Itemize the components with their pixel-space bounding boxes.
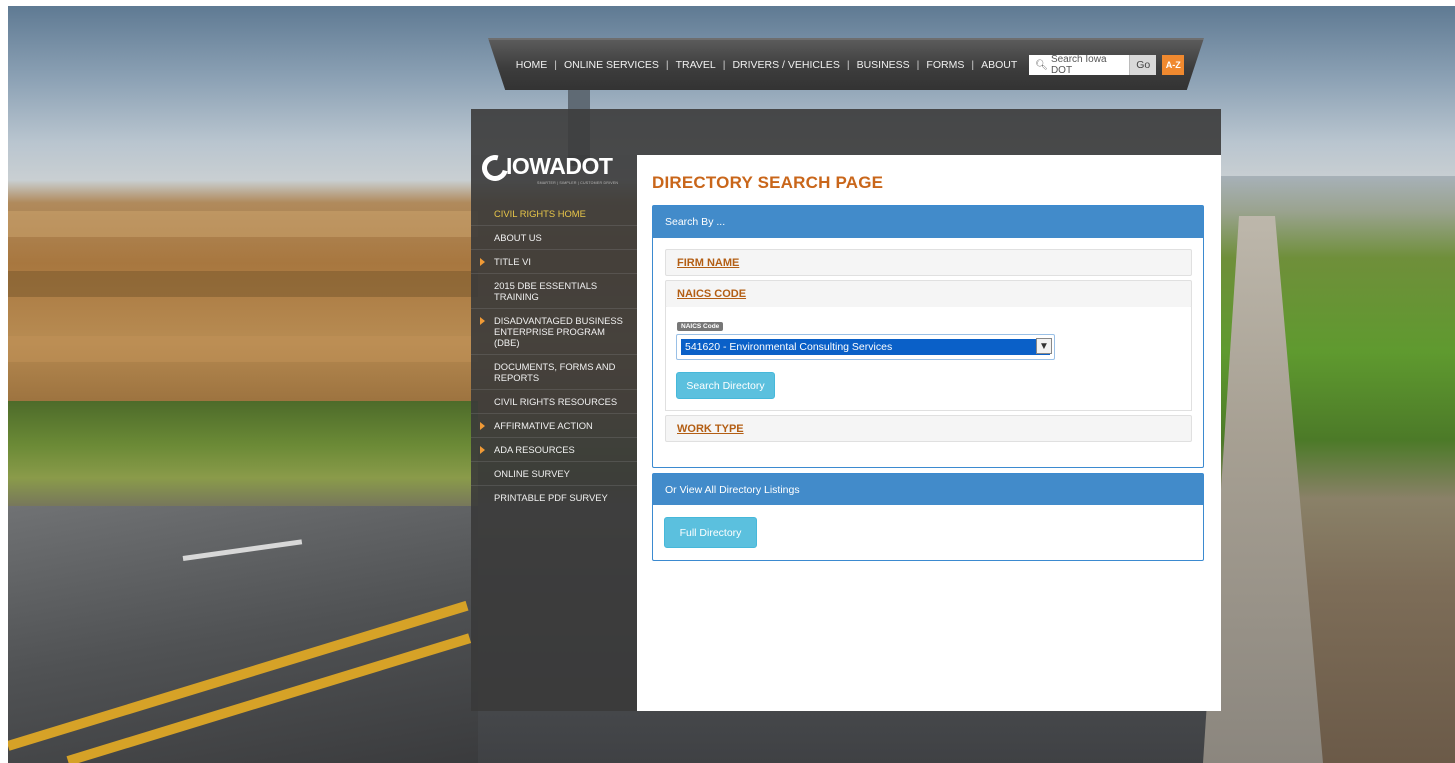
nav-link-forms[interactable]: FORMS bbox=[926, 59, 964, 71]
sidebar-item-title-vi[interactable]: TITLE VI bbox=[471, 250, 637, 274]
nav-separator: | bbox=[554, 59, 557, 71]
top-navigation-bar: HOME | ONLINE SERVICES | TRAVEL | DRIVER… bbox=[488, 38, 1204, 90]
logo-tagline: SMARTER | SIMPLER | CUSTOMER DRIVEN bbox=[537, 181, 619, 185]
sidebar-item-label: ADA RESOURCES bbox=[494, 444, 575, 455]
sidebar-item-label: PRINTABLE PDF SURVEY bbox=[494, 492, 608, 503]
sidebar-item-label: ABOUT US bbox=[494, 232, 542, 243]
sidebar-item-label: DISADVANTAGED BUSINESS ENTERPRISE PROGRA… bbox=[494, 315, 623, 348]
nav-link-online-services[interactable]: ONLINE SERVICES bbox=[564, 59, 659, 71]
nav-link-business[interactable]: BUSINESS bbox=[857, 59, 910, 71]
sidebar-item-civil-rights-resources[interactable]: CIVIL RIGHTS RESOURCES bbox=[471, 390, 637, 414]
site-search-input[interactable]: 🔍︎ Search Iowa DOT bbox=[1029, 54, 1130, 76]
nav-link-about[interactable]: ABOUT bbox=[981, 59, 1017, 71]
sidebar-item-about-us[interactable]: ABOUT US bbox=[471, 226, 637, 250]
naics-code-select[interactable]: 541620 - Environmental Consulting Servic… bbox=[676, 334, 1055, 360]
expand-arrow-icon bbox=[480, 258, 485, 266]
search-placeholder: Search Iowa DOT bbox=[1050, 54, 1107, 76]
sidebar-item-affirmative-action[interactable]: AFFIRMATIVE ACTION bbox=[471, 414, 637, 438]
search-directory-button[interactable]: Search Directory bbox=[676, 372, 775, 399]
field-stripe bbox=[8, 211, 478, 237]
background-grass bbox=[8, 401, 478, 511]
view-all-panel-heading: Or View All Directory Listings bbox=[653, 474, 1203, 505]
expand-arrow-icon bbox=[480, 317, 485, 325]
work-type-link[interactable]: WORK TYPE bbox=[666, 416, 1191, 441]
sidebar-item-dbe-training[interactable]: 2015 DBE ESSENTIALS TRAINING bbox=[471, 274, 637, 309]
nav-link-travel[interactable]: TRAVEL bbox=[676, 59, 716, 71]
nav-separator: | bbox=[971, 59, 975, 71]
page-title: DIRECTORY SEARCH PAGE bbox=[652, 173, 884, 192]
field-stripe bbox=[8, 271, 478, 297]
naics-code-link[interactable]: NAICS CODE bbox=[666, 281, 1191, 307]
sidebar-item-label: DOCUMENTS, FORMS AND REPORTS bbox=[494, 361, 616, 383]
sidebar-item-online-survey[interactable]: ONLINE SURVEY bbox=[471, 462, 637, 486]
firm-name-link[interactable]: FIRM NAME bbox=[666, 250, 1191, 275]
search-icon: 🔍︎ bbox=[1035, 59, 1048, 71]
sidebar-item-label: CIVIL RIGHTS HOME bbox=[494, 208, 586, 219]
nav-link-drivers-vehicles[interactable]: DRIVERS / VEHICLES bbox=[732, 59, 839, 71]
search-go-button[interactable]: Go bbox=[1129, 55, 1157, 75]
expand-arrow-icon bbox=[480, 422, 485, 430]
nav-separator: | bbox=[722, 59, 726, 71]
naics-selected-value: 541620 - Environmental Consulting Servic… bbox=[685, 341, 893, 353]
sidebar-item-dbe-program[interactable]: DISADVANTAGED BUSINESS ENTERPRISE PROGRA… bbox=[471, 309, 637, 355]
sidebar-item-documents[interactable]: DOCUMENTS, FORMS AND REPORTS bbox=[471, 355, 637, 390]
sidebar-item-civil-rights-home[interactable]: CIVIL RIGHTS HOME bbox=[471, 202, 637, 226]
panel-header-band bbox=[471, 109, 1221, 155]
sidebar-item-label: 2015 DBE ESSENTIALS TRAINING bbox=[494, 280, 598, 302]
accordion-naics-code[interactable]: NAICS CODE bbox=[665, 280, 1192, 308]
sidebar-item-printable-survey[interactable]: PRINTABLE PDF SURVEY bbox=[471, 486, 637, 509]
nav-separator: | bbox=[916, 59, 920, 71]
logo-wordmark: IOWADOT bbox=[506, 153, 613, 179]
accordion-work-type[interactable]: WORK TYPE bbox=[665, 415, 1192, 442]
a-z-index-button[interactable]: A-Z bbox=[1162, 55, 1185, 75]
sidebar-item-label: AFFIRMATIVE ACTION bbox=[494, 420, 593, 431]
iowa-dot-logo[interactable]: IOWADOT SMARTER | SIMPLER | CUSTOMER DRI… bbox=[477, 150, 632, 193]
nav-link-home[interactable]: HOME bbox=[516, 59, 548, 71]
expand-arrow-icon bbox=[480, 446, 485, 454]
naics-selected-option[interactable]: 541620 - Environmental Consulting Servic… bbox=[681, 338, 1052, 355]
chevron-down-icon[interactable]: ▼ bbox=[1036, 338, 1052, 354]
naics-code-label: NAICS Code bbox=[677, 322, 724, 331]
sidebar-item-label: TITLE VI bbox=[494, 256, 531, 267]
search-by-panel-heading: Search By ... bbox=[653, 206, 1203, 238]
sidebar-nav-list: CIVIL RIGHTS HOME ABOUT US TITLE VI 2015… bbox=[471, 202, 637, 509]
sidebar-item-label: CIVIL RIGHTS RESOURCES bbox=[494, 396, 618, 407]
sidebar-item-ada-resources[interactable]: ADA RESOURCES bbox=[471, 438, 637, 462]
full-directory-button[interactable]: Full Directory bbox=[664, 517, 757, 548]
top-nav-links: HOME | ONLINE SERVICES | TRAVEL | DRIVER… bbox=[516, 59, 1017, 71]
nav-separator: | bbox=[846, 59, 850, 71]
sidebar-item-label: ONLINE SURVEY bbox=[494, 468, 570, 479]
accordion-firm-name[interactable]: FIRM NAME bbox=[665, 249, 1192, 276]
field-stripe bbox=[8, 336, 478, 362]
nav-separator: | bbox=[665, 59, 669, 71]
